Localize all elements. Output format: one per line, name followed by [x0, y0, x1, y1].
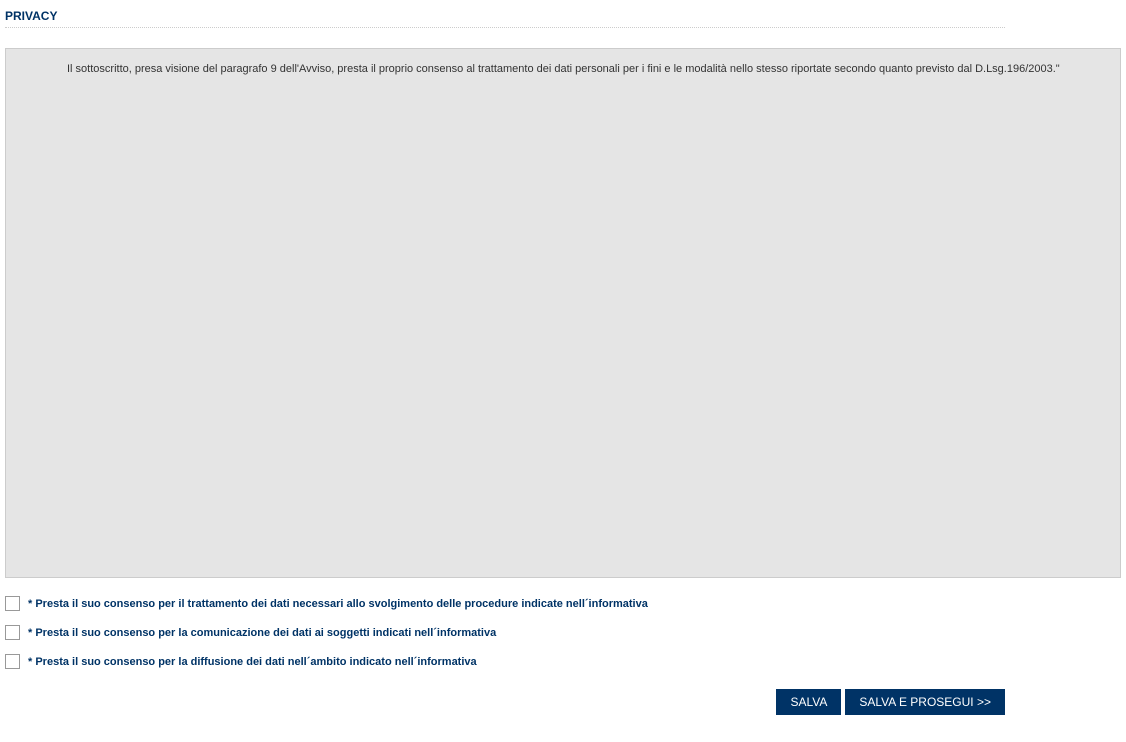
- consent-label-2: * Presta il suo consenso per la comunica…: [28, 627, 496, 639]
- button-row: SALVA SALVA E PROSEGUI >>: [5, 689, 1005, 715]
- consent-checkbox-2[interactable]: [5, 625, 20, 640]
- consent-checkbox-1[interactable]: [5, 596, 20, 611]
- consent-label-3: * Presta il suo consenso per la diffusio…: [28, 656, 477, 668]
- save-button[interactable]: SALVA: [776, 689, 841, 715]
- consent-checkbox-3[interactable]: [5, 654, 20, 669]
- consent-row-1: * Presta il suo consenso per il trattame…: [5, 596, 1121, 611]
- save-continue-button[interactable]: SALVA E PROSEGUI >>: [845, 689, 1005, 715]
- page-title: PRIVACY: [5, 5, 1005, 28]
- consent-label-1: * Presta il suo consenso per il trattame…: [28, 598, 648, 610]
- privacy-text-box: Il sottoscritto, presa visione del parag…: [5, 48, 1121, 578]
- privacy-text: Il sottoscritto, presa visione del parag…: [12, 61, 1114, 78]
- consent-row-2: * Presta il suo consenso per la comunica…: [5, 625, 1121, 640]
- consent-row-3: * Presta il suo consenso per la diffusio…: [5, 654, 1121, 669]
